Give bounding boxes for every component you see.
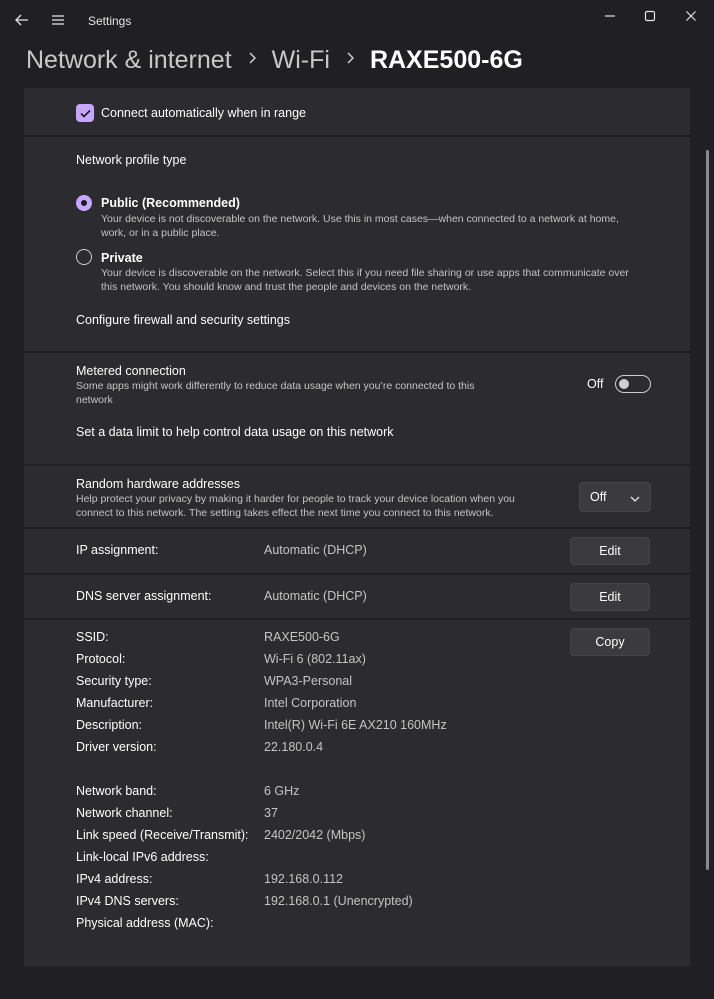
copy-properties-button[interactable]: Copy	[570, 628, 650, 656]
private-radio[interactable]	[76, 249, 92, 265]
divider	[24, 573, 690, 575]
property-label: SSID:	[76, 630, 109, 644]
ip-assignment-edit-button[interactable]: Edit	[570, 537, 650, 565]
chevron-down-icon	[630, 491, 640, 509]
public-option-desc-1: Your device is not discoverable on the n…	[101, 213, 619, 225]
hamburger-menu-icon[interactable]	[44, 6, 72, 34]
divider	[24, 135, 690, 137]
random-hw-dropdown[interactable]: Off	[579, 482, 651, 512]
property-label: Physical address (MAC):	[76, 916, 214, 930]
property-label: Manufacturer:	[76, 696, 154, 710]
property-value-dns-servers: 192.168.0.1 (Unencrypted)	[264, 894, 413, 908]
property-label: Link-local IPv6 address:	[76, 850, 209, 864]
dns-assignment-edit-button[interactable]: Edit	[570, 583, 650, 611]
maximize-icon[interactable]	[630, 2, 670, 30]
network-profile-heading: Network profile type	[76, 153, 187, 167]
property-label: Security type:	[76, 674, 152, 688]
random-hw-desc-2: connect to this network. The setting tak…	[76, 507, 494, 519]
property-label: Driver version:	[76, 740, 157, 754]
random-hw-desc-1: Help protect your privacy by making it h…	[76, 493, 515, 505]
private-option-title: Private	[101, 251, 143, 265]
property-label: Protocol:	[76, 652, 126, 666]
property-label: Description:	[76, 718, 142, 732]
property-value-driver: 22.180.0.4	[264, 740, 324, 754]
property-label: IPv4 address:	[76, 872, 153, 886]
scrollbar[interactable]	[706, 150, 709, 870]
minimize-icon[interactable]	[590, 2, 630, 30]
property-label: Network channel:	[76, 806, 173, 820]
close-icon[interactable]	[671, 2, 711, 30]
ip-assignment-value: Automatic (DHCP)	[264, 543, 367, 557]
divider	[24, 351, 690, 353]
ip-assignment-label: IP assignment:	[76, 543, 159, 557]
dns-assignment-value: Automatic (DHCP)	[264, 589, 367, 603]
breadcrumb-wifi[interactable]: Wi-Fi	[272, 46, 330, 75]
connect-automatically-label: Connect automatically when in range	[101, 106, 306, 120]
chevron-right-icon	[346, 51, 355, 69]
chevron-right-icon	[248, 51, 256, 69]
data-limit-link[interactable]: Set a data limit to help control data us…	[76, 425, 394, 439]
public-radio[interactable]	[76, 195, 92, 211]
settings-window: Settings Network & internet Wi-Fi RAXE50…	[0, 0, 714, 999]
property-value-band: 6 GHz	[264, 784, 300, 798]
connect-automatically-checkbox[interactable]	[76, 104, 94, 122]
configure-firewall-link[interactable]: Configure firewall and security settings	[76, 313, 290, 327]
property-value-channel: 37	[264, 806, 278, 820]
breadcrumb-current-network: RAXE500-6G	[369, 45, 523, 74]
divider	[24, 527, 690, 529]
property-label: Network band:	[76, 784, 157, 798]
property-label: IPv4 DNS servers:	[76, 894, 179, 908]
public-option-desc-2: work, or in a public place.	[101, 227, 220, 239]
private-option-desc-1: Your device is discoverable on the netwo…	[101, 267, 629, 279]
random-hw-dropdown-value: Off	[590, 490, 607, 504]
property-value-ipv4: 192.168.0.112	[264, 872, 344, 886]
property-value-description: Intel(R) Wi-Fi 6E AX210 160MHz	[264, 718, 447, 732]
random-hw-title: Random hardware addresses	[76, 477, 240, 491]
property-value-link-speed: 2402/2042 (Mbps)	[264, 828, 366, 842]
public-option-title: Public (Recommended)	[101, 196, 240, 210]
property-value-manufacturer: Intel Corporation	[264, 696, 357, 710]
divider	[24, 618, 690, 620]
metered-connection-title: Metered connection	[76, 364, 186, 378]
breadcrumb: Network & internet Wi-Fi RAXE500-6G	[26, 42, 523, 78]
property-value-security: WPA3-Personal	[264, 674, 352, 688]
property-value-ssid: RAXE500-6G	[264, 630, 340, 644]
metered-toggle-state: Off	[587, 377, 604, 391]
checkmark-icon	[79, 109, 91, 118]
breadcrumb-network-internet[interactable]: Network & internet	[26, 46, 232, 75]
property-value-protocol: Wi-Fi 6 (802.11ax)	[264, 652, 366, 666]
property-label: Link speed (Receive/Transmit):	[76, 828, 249, 842]
metered-connection-toggle[interactable]	[615, 375, 651, 393]
divider	[24, 464, 690, 466]
title-bar: Settings	[0, 0, 714, 40]
back-arrow-icon[interactable]	[8, 6, 36, 34]
metered-connection-desc-1: Some apps might work differently to redu…	[76, 380, 475, 392]
private-option-desc-2: this network. You should know and trust …	[101, 281, 472, 293]
app-title: Settings	[88, 14, 132, 28]
dns-assignment-label: DNS server assignment:	[76, 589, 212, 603]
metered-connection-desc-2: network	[76, 394, 113, 406]
